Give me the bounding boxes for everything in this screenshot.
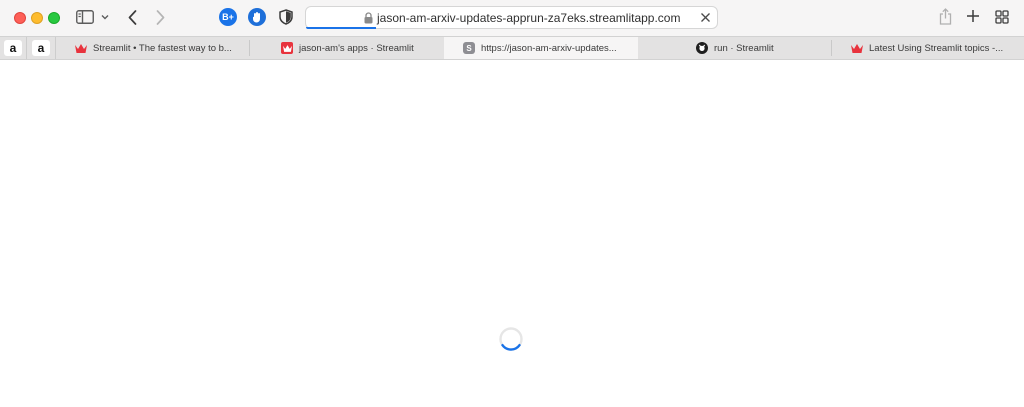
tab-bar: a a Streamlit • The fastest way to b... … xyxy=(0,36,1024,60)
sidebar-menu-button[interactable] xyxy=(99,10,111,24)
url-text[interactable]: jason-am-arxiv-updates-apprun-za7eks.str… xyxy=(377,11,680,25)
shield-icon xyxy=(279,9,293,25)
tab-title: Streamlit • The fastest way to b... xyxy=(93,42,232,54)
loading-spinner-icon xyxy=(499,327,523,351)
tab-title: jason-am's apps · Streamlit xyxy=(299,42,414,54)
address-bar[interactable]: jason-am-arxiv-updates-apprun-za7eks.str… xyxy=(305,6,718,29)
tab-overview-button[interactable] xyxy=(994,9,1009,24)
grid-icon xyxy=(994,9,1009,24)
streamlit-crown-icon xyxy=(281,42,293,54)
hand-icon xyxy=(253,12,260,23)
browser-window: B+ jason-am-arxiv-updates-apprun-za7eks.… xyxy=(0,0,1024,407)
window-maximize-button[interactable] xyxy=(48,12,60,24)
plus-icon xyxy=(967,10,979,22)
tab-arxiv-updates[interactable]: S https://jason-am-arxiv-updates... xyxy=(444,37,638,59)
bplus-extension-icon[interactable]: B+ xyxy=(219,8,237,26)
tab-streamlit-home[interactable]: Streamlit • The fastest way to b... xyxy=(56,37,249,59)
tab-streamlit-forum[interactable]: Latest Using Streamlit topics -... xyxy=(832,37,1024,59)
page-content xyxy=(0,60,1024,407)
loading-progress-bar xyxy=(306,27,376,29)
tab-title: Latest Using Streamlit topics -... xyxy=(869,42,1004,54)
window-minimize-button[interactable] xyxy=(31,12,43,24)
tab-github-run[interactable]: run · Streamlit xyxy=(679,37,831,59)
chevron-right-icon xyxy=(156,9,164,25)
browser-toolbar: B+ jason-am-arxiv-updates-apprun-za7eks.… xyxy=(0,0,1024,36)
sidebar-toggle-button[interactable] xyxy=(75,8,95,26)
chevron-left-icon xyxy=(128,9,136,25)
lock-icon xyxy=(364,12,373,24)
sidebar-icon xyxy=(76,10,94,24)
tab-title: run · Streamlit xyxy=(714,42,774,54)
back-button[interactable] xyxy=(124,7,140,27)
tab-divider xyxy=(26,37,27,59)
chevron-down-icon xyxy=(101,15,109,20)
github-icon xyxy=(696,42,708,54)
share-icon xyxy=(939,7,951,25)
stop-loading-icon[interactable] xyxy=(700,12,711,23)
window-close-button[interactable] xyxy=(14,12,26,24)
s-letter-icon: S xyxy=(463,42,475,54)
forward-button[interactable] xyxy=(152,7,168,27)
hand-extension-icon[interactable] xyxy=(248,8,266,26)
tab-divider xyxy=(249,40,250,56)
streamlit-crown-icon xyxy=(75,42,87,54)
pinned-tab-amazon[interactable]: a xyxy=(32,40,50,56)
streamlit-crown-icon xyxy=(851,42,863,54)
new-tab-button[interactable] xyxy=(965,8,981,24)
shield-extension-icon[interactable] xyxy=(278,8,294,26)
pinned-tab-amazon[interactable]: a xyxy=(4,40,22,56)
share-button[interactable] xyxy=(937,6,953,26)
tab-title: https://jason-am-arxiv-updates... xyxy=(481,42,617,54)
tab-streamlit-apps[interactable]: jason-am's apps · Streamlit xyxy=(262,37,443,59)
